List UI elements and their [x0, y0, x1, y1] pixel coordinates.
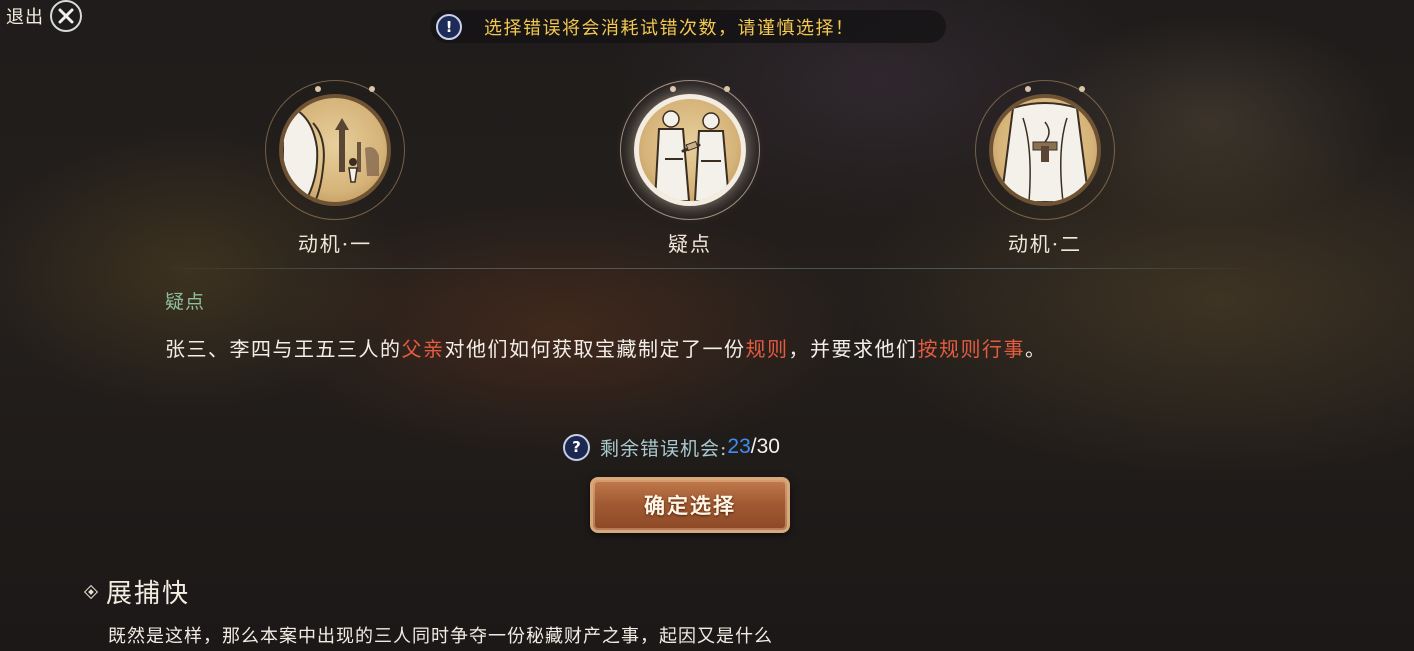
warning-banner: ! 选择错误将会消耗试错次数，请谨慎选择！ [430, 10, 946, 43]
chances-current: 23 [727, 435, 751, 458]
warning-text: 选择错误将会消耗试错次数，请谨慎选择！ [484, 17, 855, 39]
clue-text-part: 张三、李四与王五三人的 [165, 337, 402, 361]
clue-text: 张三、李四与王五三人的父亲对他们如何获取宝藏制定了一份规则，并要求他们按规则行事… [165, 333, 1047, 362]
clue-highlight: 按规则行事 [917, 337, 1025, 361]
remaining-chances: ? 剩余错误机会: 23/30 [563, 432, 780, 462]
choice-doubt[interactable]: 疑点 [610, 80, 770, 257]
chances-max: 30 [756, 435, 780, 458]
ring-dot [315, 86, 321, 92]
clue-highlight: 规则 [745, 337, 789, 361]
close-icon[interactable] [50, 0, 82, 32]
ring-dot [724, 86, 730, 92]
dialogue-text[interactable]: 既然是这样，那么本案中出现的三人同时争夺一份秘藏财产之事，起因又是什么 [108, 622, 773, 648]
ring-dot [369, 86, 375, 92]
divider [160, 268, 1260, 269]
scroll-figure-portrait-icon [279, 94, 391, 206]
clue-highlight: 父亲 [401, 337, 445, 361]
exit-button[interactable]: 退出 [6, 0, 82, 32]
speaker-name: 展捕快 [106, 579, 191, 609]
diamond-icon [83, 584, 99, 599]
choice-label: 疑点 [668, 232, 712, 256]
choice-label: 动机·一 [297, 232, 373, 256]
dialogue-speaker: 展捕快 [83, 573, 191, 610]
confirm-button-label: 确定选择 [644, 493, 736, 518]
confirm-choice-button[interactable]: 确定选择 [590, 477, 790, 533]
chances-count: 23/30 [727, 435, 780, 459]
clue-text-part: 对他们如何获取宝藏制定了一份 [444, 337, 746, 361]
ring-dot [1025, 86, 1031, 92]
clue-title: 疑点 [165, 291, 206, 313]
ring-dot [1079, 86, 1085, 92]
choice-motive-1[interactable]: 动机·一 [255, 80, 415, 257]
robed-figure-portrait-icon [989, 94, 1101, 206]
two-figures-exchange-portrait-icon [634, 94, 746, 206]
question-icon[interactable]: ? [563, 433, 590, 461]
ring-dot [670, 86, 676, 92]
exclamation-icon: ! [436, 13, 462, 40]
choice-medal[interactable] [265, 80, 405, 220]
choice-motive-2[interactable]: 动机·二 [965, 80, 1125, 257]
chances-label: 剩余错误机会: [600, 437, 728, 460]
clue-text-part: ，并要求他们 [788, 337, 918, 361]
choice-medal[interactable] [975, 80, 1115, 220]
choice-label: 动机·二 [1007, 232, 1083, 256]
clue-text-part: 。 [1025, 337, 1047, 361]
exit-label: 退出 [6, 7, 44, 28]
choice-medal[interactable] [620, 80, 760, 220]
